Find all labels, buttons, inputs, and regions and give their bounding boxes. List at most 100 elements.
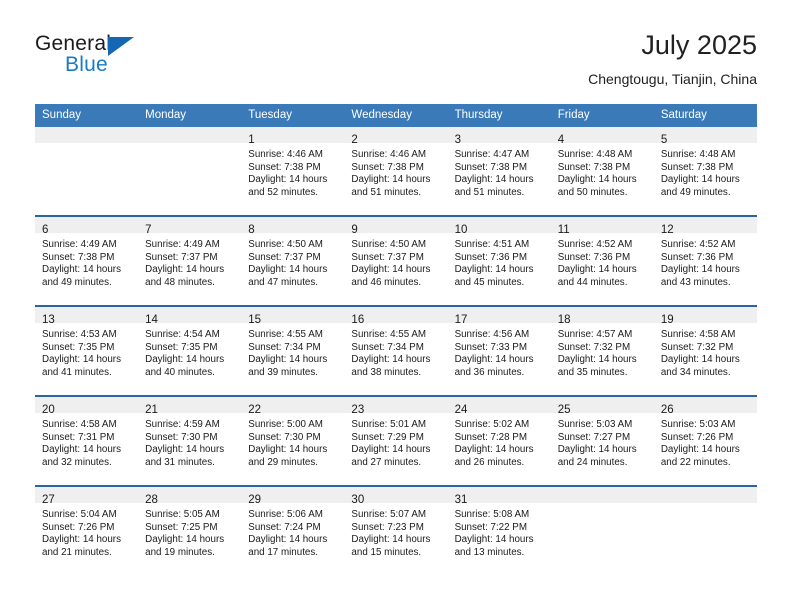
daylight-text-line2: and 47 minutes.: [248, 276, 318, 288]
day-number: 6: [42, 224, 49, 236]
day-number: 16: [351, 314, 365, 326]
day-number-band: 25: [550, 397, 654, 416]
day-number-band: 16: [344, 307, 448, 326]
calendar-day-cell[interactable]: 23 Sunrise: 5:01 AM Sunset: 7:29 PM Dayligh…: [344, 395, 448, 486]
daylight-text-line2: and 51 minutes.: [351, 186, 422, 198]
weekday-header-tuesday: Tuesday: [241, 104, 345, 127]
sunrise-text: Sunrise: 4:58 AM: [660, 329, 736, 340]
calendar-day-cell[interactable]: 22 Sunrise: 5:00 AM Sunset: 7:30 PM Dayligh…: [241, 395, 345, 486]
sunset-text: Sunset: 7:36 PM: [557, 251, 631, 263]
day-details: Sunrise: 4:52 AM Sunset: 7:36 PM Daylight:…: [550, 233, 654, 305]
calendar-week-row: 27 Sunrise: 5:04 AM Sunset: 7:26 PM Dayligh…: [35, 485, 757, 575]
calendar-day-cell[interactable]: 18 Sunrise: 4:57 AM Sunset: 7:32 PM Dayligh…: [550, 305, 654, 396]
sunrise-text: Sunrise: 4:50 AM: [351, 239, 427, 250]
day-details: Sunrise: 4:55 AM Sunset: 7:34 PM Daylight:…: [241, 323, 345, 395]
day-number-band: 12: [653, 217, 757, 236]
calendar-day-cell[interactable]: 21 Sunrise: 4:59 AM Sunset: 7:30 PM Dayligh…: [138, 395, 242, 486]
daylight-text-line1: Daylight: 14 hours: [42, 264, 121, 276]
page-header: General Blue July 2025 Chengtougu, Tianj…: [35, 28, 757, 96]
day-number-band: [138, 127, 242, 143]
day-number-band: 23: [344, 397, 448, 416]
daylight-text-line1: Daylight: 14 hours: [248, 534, 328, 546]
calendar-day-cell[interactable]: 31 Sunrise: 5:08 AM Sunset: 7:22 PM Dayligh…: [447, 485, 551, 575]
calendar-day-cell[interactable]: 15 Sunrise: 4:55 AM Sunset: 7:34 PM Dayligh…: [241, 305, 345, 396]
day-details: [550, 503, 654, 575]
calendar-body: 1 Sunrise: 4:46 AM Sunset: 7:38 PM Daylight…: [35, 127, 757, 575]
day-number-band: 5: [653, 127, 757, 146]
day-details: Sunrise: 4:53 AM Sunset: 7:35 PM Daylight:…: [35, 323, 139, 395]
day-number-band: [35, 127, 139, 143]
calendar-day-cell[interactable]: 9 Sunrise: 4:50 AM Sunset: 7:37 PM Daylight…: [344, 215, 448, 306]
calendar-day-cell[interactable]: 11 Sunrise: 4:52 AM Sunset: 7:36 PM Dayligh…: [550, 215, 654, 306]
day-number-band: 2: [344, 127, 448, 146]
day-number-band: 6: [35, 217, 139, 236]
calendar-day-cell[interactable]: 19 Sunrise: 4:58 AM Sunset: 7:32 PM Dayligh…: [653, 305, 757, 396]
daylight-text-line2: and 31 minutes.: [145, 456, 215, 468]
calendar-day-cell-empty: [138, 127, 242, 216]
daylight-text-line1: Daylight: 14 hours: [248, 444, 328, 456]
calendar-day-cell[interactable]: 20 Sunrise: 4:58 AM Sunset: 7:31 PM Dayligh…: [35, 395, 139, 486]
daylight-text-line1: Daylight: 14 hours: [248, 264, 328, 276]
day-details: Sunrise: 5:08 AM Sunset: 7:22 PM Daylight:…: [447, 503, 551, 575]
sunset-text: Sunset: 7:32 PM: [557, 341, 631, 353]
sunset-text: Sunset: 7:24 PM: [248, 521, 321, 533]
calendar-day-cell[interactable]: 3 Sunrise: 4:47 AM Sunset: 7:38 PM Daylight…: [447, 127, 551, 216]
calendar-day-cell[interactable]: 14 Sunrise: 4:54 AM Sunset: 7:35 PM Dayligh…: [138, 305, 242, 396]
daylight-text-line1: Daylight: 14 hours: [557, 354, 637, 366]
daylight-text-line1: Daylight: 14 hours: [454, 264, 534, 276]
sunset-text: Sunset: 7:23 PM: [351, 521, 424, 533]
daylight-text-line1: Daylight: 14 hours: [145, 534, 225, 546]
calendar-day-cell[interactable]: 1 Sunrise: 4:46 AM Sunset: 7:38 PM Daylight…: [241, 127, 345, 216]
calendar-day-cell[interactable]: 26 Sunrise: 5:03 AM Sunset: 7:26 PM Dayligh…: [653, 395, 757, 486]
day-number-band: 1: [241, 127, 345, 146]
daylight-text-line2: and 38 minutes.: [351, 366, 422, 378]
calendar-day-cell[interactable]: 25 Sunrise: 5:03 AM Sunset: 7:27 PM Dayligh…: [550, 395, 654, 486]
daylight-text-line1: Daylight: 14 hours: [351, 444, 431, 456]
daylight-text-line1: Daylight: 14 hours: [454, 444, 534, 456]
calendar-day-cell[interactable]: 8 Sunrise: 4:50 AM Sunset: 7:37 PM Daylight…: [241, 215, 345, 306]
day-number: 13: [42, 314, 55, 326]
day-number: 11: [557, 224, 570, 236]
calendar-day-cell[interactable]: 7 Sunrise: 4:49 AM Sunset: 7:37 PM Daylight…: [138, 215, 242, 306]
sunrise-text: Sunrise: 5:00 AM: [248, 419, 323, 430]
daylight-text-line2: and 15 minutes.: [351, 546, 422, 558]
calendar-day-cell[interactable]: 27 Sunrise: 5:04 AM Sunset: 7:26 PM Dayligh…: [35, 485, 139, 575]
sunset-text: Sunset: 7:38 PM: [454, 161, 527, 173]
day-details: Sunrise: 5:00 AM Sunset: 7:30 PM Daylight:…: [241, 413, 345, 485]
calendar-day-cell[interactable]: 13 Sunrise: 4:53 AM Sunset: 7:35 PM Dayligh…: [35, 305, 139, 396]
calendar-day-cell[interactable]: 17 Sunrise: 4:56 AM Sunset: 7:33 PM Dayligh…: [447, 305, 551, 396]
sunset-text: Sunset: 7:31 PM: [42, 431, 115, 443]
daylight-text-line2: and 13 minutes.: [454, 546, 525, 558]
sunrise-text: Sunrise: 5:07 AM: [351, 509, 427, 520]
calendar-day-cell[interactable]: 16 Sunrise: 4:55 AM Sunset: 7:34 PM Dayligh…: [344, 305, 448, 396]
calendar-day-cell[interactable]: 2 Sunrise: 4:46 AM Sunset: 7:38 PM Daylight…: [344, 127, 448, 216]
daylight-text-line1: Daylight: 14 hours: [660, 264, 740, 276]
calendar-day-cell[interactable]: 24 Sunrise: 5:02 AM Sunset: 7:28 PM Dayligh…: [447, 395, 551, 486]
calendar-day-cell-empty: [550, 485, 654, 575]
day-number: 31: [454, 494, 468, 506]
day-number: 2: [351, 134, 358, 146]
sunset-text: Sunset: 7:37 PM: [351, 251, 424, 263]
calendar-day-cell[interactable]: 12 Sunrise: 4:52 AM Sunset: 7:36 PM Dayligh…: [653, 215, 757, 306]
day-number: 12: [660, 224, 674, 236]
calendar-day-cell[interactable]: 4 Sunrise: 4:48 AM Sunset: 7:38 PM Daylight…: [550, 127, 654, 216]
daylight-text-line1: Daylight: 14 hours: [660, 444, 740, 456]
daylight-text-line2: and 49 minutes.: [42, 276, 112, 288]
calendar-day-cell[interactable]: 6 Sunrise: 4:49 AM Sunset: 7:38 PM Daylight…: [35, 215, 139, 306]
daylight-text-line1: Daylight: 14 hours: [351, 174, 431, 186]
day-details: Sunrise: 4:48 AM Sunset: 7:38 PM Daylight:…: [550, 143, 654, 215]
sunrise-text: Sunrise: 5:04 AM: [42, 509, 117, 520]
sunset-text: Sunset: 7:25 PM: [145, 521, 218, 533]
calendar-day-cell[interactable]: 29 Sunrise: 5:06 AM Sunset: 7:24 PM Dayligh…: [241, 485, 345, 575]
calendar-day-cell[interactable]: 10 Sunrise: 4:51 AM Sunset: 7:36 PM Dayligh…: [447, 215, 551, 306]
sunset-text: Sunset: 7:26 PM: [42, 521, 115, 533]
day-details: Sunrise: 4:59 AM Sunset: 7:30 PM Daylight:…: [138, 413, 242, 485]
calendar-day-cell[interactable]: 28 Sunrise: 5:05 AM Sunset: 7:25 PM Dayligh…: [138, 485, 242, 575]
sunset-text: Sunset: 7:36 PM: [660, 251, 734, 263]
daylight-text-line2: and 40 minutes.: [145, 366, 215, 378]
day-number-band: 8: [241, 217, 345, 236]
calendar-day-cell[interactable]: 5 Sunrise: 4:48 AM Sunset: 7:38 PM Daylight…: [653, 127, 757, 216]
day-number: 1: [248, 134, 255, 146]
calendar-day-cell[interactable]: 30 Sunrise: 5:07 AM Sunset: 7:23 PM Dayligh…: [344, 485, 448, 575]
general-blue-logo[interactable]: General Blue: [35, 32, 155, 84]
